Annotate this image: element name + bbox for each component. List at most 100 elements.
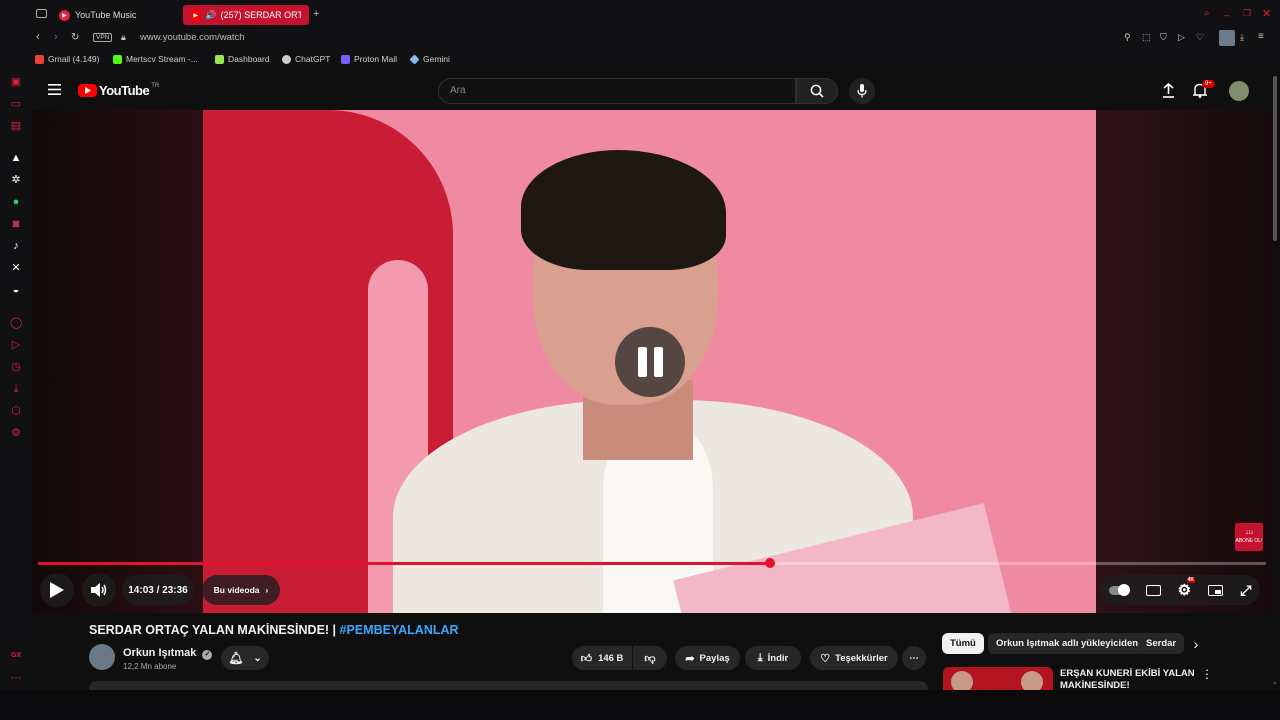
aria-icon[interactable]: ▲ (10, 152, 22, 164)
whatsapp-icon[interactable]: ● (10, 196, 22, 208)
vpn-badge[interactable]: VPN (93, 33, 113, 42)
bookmark-gemini[interactable]: Gemini (409, 53, 450, 65)
forward-icon[interactable]: › (54, 31, 58, 43)
pause-overlay-button[interactable] (615, 327, 685, 397)
download-button[interactable]: ⤓ İndir (745, 646, 801, 670)
person-hair (521, 150, 726, 270)
channel-name[interactable]: Orkun Işıtmak ✓ (123, 647, 213, 660)
hashtag-link[interactable]: #PEMBEYALANLAR (340, 623, 459, 637)
gmail-icon (35, 54, 44, 64)
player-icon[interactable]: ▤ (10, 120, 22, 132)
heart-icon[interactable]: ♡ (1196, 32, 1204, 43)
progress-bar[interactable] (38, 558, 1266, 568)
discord-icon[interactable]: ◒ (10, 284, 22, 296)
bookmark-label: Gmail (4.149) (48, 54, 100, 64)
history-icon[interactable]: ◯ (10, 317, 22, 329)
downloads-icon[interactable]: ⤓ (10, 383, 22, 395)
pin-icon[interactable]: ⚲ (1124, 32, 1131, 43)
download-icon[interactable]: ⤓ (1240, 32, 1244, 43)
shop-icon[interactable]: ▣ (10, 76, 22, 88)
share-button[interactable]: ➦ Paylaş (675, 646, 740, 670)
logo-text: YouTube (99, 83, 150, 98)
play-button[interactable] (40, 573, 74, 607)
youtube-header: YouTube TR Ara 9+ (32, 70, 1280, 110)
miniplayer-inner (1215, 589, 1222, 594)
thanks-button[interactable]: ♡ Teşekkürler (810, 646, 898, 670)
reload-icon[interactable]: ↻ (71, 32, 79, 43)
more-icon[interactable]: ⋯ (10, 672, 22, 684)
chips-next-icon[interactable]: › (1185, 633, 1207, 654)
back-icon[interactable]: ‹ (36, 31, 40, 43)
scroll-down-icon[interactable]: ⌄ (1272, 678, 1278, 686)
voice-search-button[interactable] (849, 78, 875, 104)
clock-icon[interactable]: ◷ (10, 361, 22, 373)
recommendation-more-icon[interactable]: ⋮ (1201, 667, 1213, 681)
page-scrollbar-thumb[interactable] (1273, 76, 1277, 241)
lock-icon[interactable]: 🔒︎ (121, 32, 126, 43)
chat-icon[interactable]: ▭ (10, 98, 22, 110)
bookmark-gmail[interactable]: Gmail (4.149) (35, 54, 100, 64)
upload-icon[interactable] (1162, 83, 1175, 98)
autoplay-toggle[interactable] (1108, 583, 1130, 596)
chevron-right-icon: › (265, 585, 269, 595)
chip-from-uploader[interactable]: Orkun Işıtmak adlı yükleyiciden (988, 633, 1147, 654)
search-tabs-icon[interactable]: ⌕ (1204, 8, 1210, 19)
tab-youtube-music[interactable]: ▶ YouTube Music (59, 5, 136, 25)
recommendation-thumbnail[interactable] (943, 667, 1053, 690)
address-bar: ‹ › ↻ VPN 🔒︎ www.youtube.com/watch ⚲ ⬚ ⛉… (0, 28, 1280, 50)
like-button[interactable]: 👍︎ 146 B (572, 646, 632, 670)
player-control-icon[interactable]: ▷ (1178, 32, 1185, 43)
search-input[interactable]: Ara (438, 78, 796, 104)
chip-all[interactable]: Tümü (942, 633, 984, 654)
minimize-icon[interactable]: _ (1224, 6, 1230, 17)
channel-avatar[interactable] (89, 644, 115, 670)
description-box[interactable] (89, 681, 928, 690)
chatgpt-icon[interactable]: ✲ (10, 174, 22, 186)
account-avatar[interactable] (1229, 81, 1249, 101)
menu-icon[interactable]: ≡ (1258, 31, 1264, 42)
new-tab-button[interactable]: + (313, 8, 319, 20)
settings-icon[interactable]: ⚙ (10, 427, 22, 439)
close-window-icon[interactable]: ✕ (1262, 7, 1271, 20)
send-icon[interactable]: ▷ (10, 339, 22, 351)
video-player[interactable]: ↓↓↓ ABONE OL! 14:03 / 23:36 Bu videoda ›… (32, 110, 1272, 613)
bookmark-label: ChatGPT (295, 54, 331, 64)
speaker-icon[interactable]: 🔊 (205, 10, 216, 21)
bookmark-kick[interactable]: Mertscv Stream -... (113, 54, 198, 64)
extensions-icon[interactable]: ⬡ (10, 405, 22, 417)
fullscreen-icon[interactable]: ⤢ (1240, 582, 1251, 599)
tab-active-video[interactable]: ▶ 🔊 (257) SERDAR ORTAÇ (183, 5, 309, 25)
gemini-icon (409, 53, 420, 65)
bookmark-protonmail[interactable]: Proton Mail (341, 54, 397, 64)
tab-workspaces-icon[interactable] (36, 9, 47, 18)
progress-scrubber-handle[interactable] (764, 558, 775, 568)
subscribe-watermark[interactable]: ↓↓↓ ABONE OL! (1235, 523, 1263, 551)
youtube-logo[interactable]: YouTube TR (78, 83, 159, 98)
bookmark-label: Dashboard (228, 54, 270, 64)
subscribed-bell-button[interactable]: 🔔︎ ⌄ (221, 646, 269, 670)
microphone-icon (857, 84, 867, 98)
volume-button[interactable] (82, 573, 116, 607)
chapter-button[interactable]: Bu videoda › (202, 575, 280, 605)
shield-icon[interactable]: ⛉ (1160, 32, 1167, 43)
profile-avatar[interactable] (1219, 30, 1235, 46)
tab-label: YouTube Music (75, 10, 137, 20)
dislike-button[interactable]: 👎︎ (633, 646, 667, 670)
hamburger-menu-icon[interactable] (48, 84, 61, 95)
chip-serdar[interactable]: Serdar (1138, 633, 1184, 654)
settings-gear-icon[interactable]: ⚙ 4K (1178, 577, 1196, 599)
search-button[interactable] (796, 78, 838, 104)
play-icon (50, 582, 64, 598)
bookmark-chatgpt[interactable]: ChatGPT (282, 54, 330, 64)
recommendation-title[interactable]: ERŞAN KUNERİ EKİBİ YALAN MAKİNESİNDE! (1060, 668, 1200, 690)
x-twitter-icon[interactable]: ✕ (10, 262, 22, 274)
url-field[interactable]: www.youtube.com/watch (140, 32, 245, 43)
tiktok-icon[interactable]: ♪ (10, 240, 22, 252)
miniplayer-icon[interactable] (1208, 584, 1224, 596)
maximize-icon[interactable]: ❐ (1243, 8, 1251, 19)
instagram-icon[interactable]: ◙ (10, 218, 22, 230)
subtitles-icon[interactable] (1145, 584, 1161, 596)
snapshot-icon[interactable]: ⬚ (1142, 32, 1151, 43)
bookmark-dashboard[interactable]: Dashboard (215, 54, 270, 64)
more-actions-button[interactable]: ⋯ (902, 646, 926, 670)
